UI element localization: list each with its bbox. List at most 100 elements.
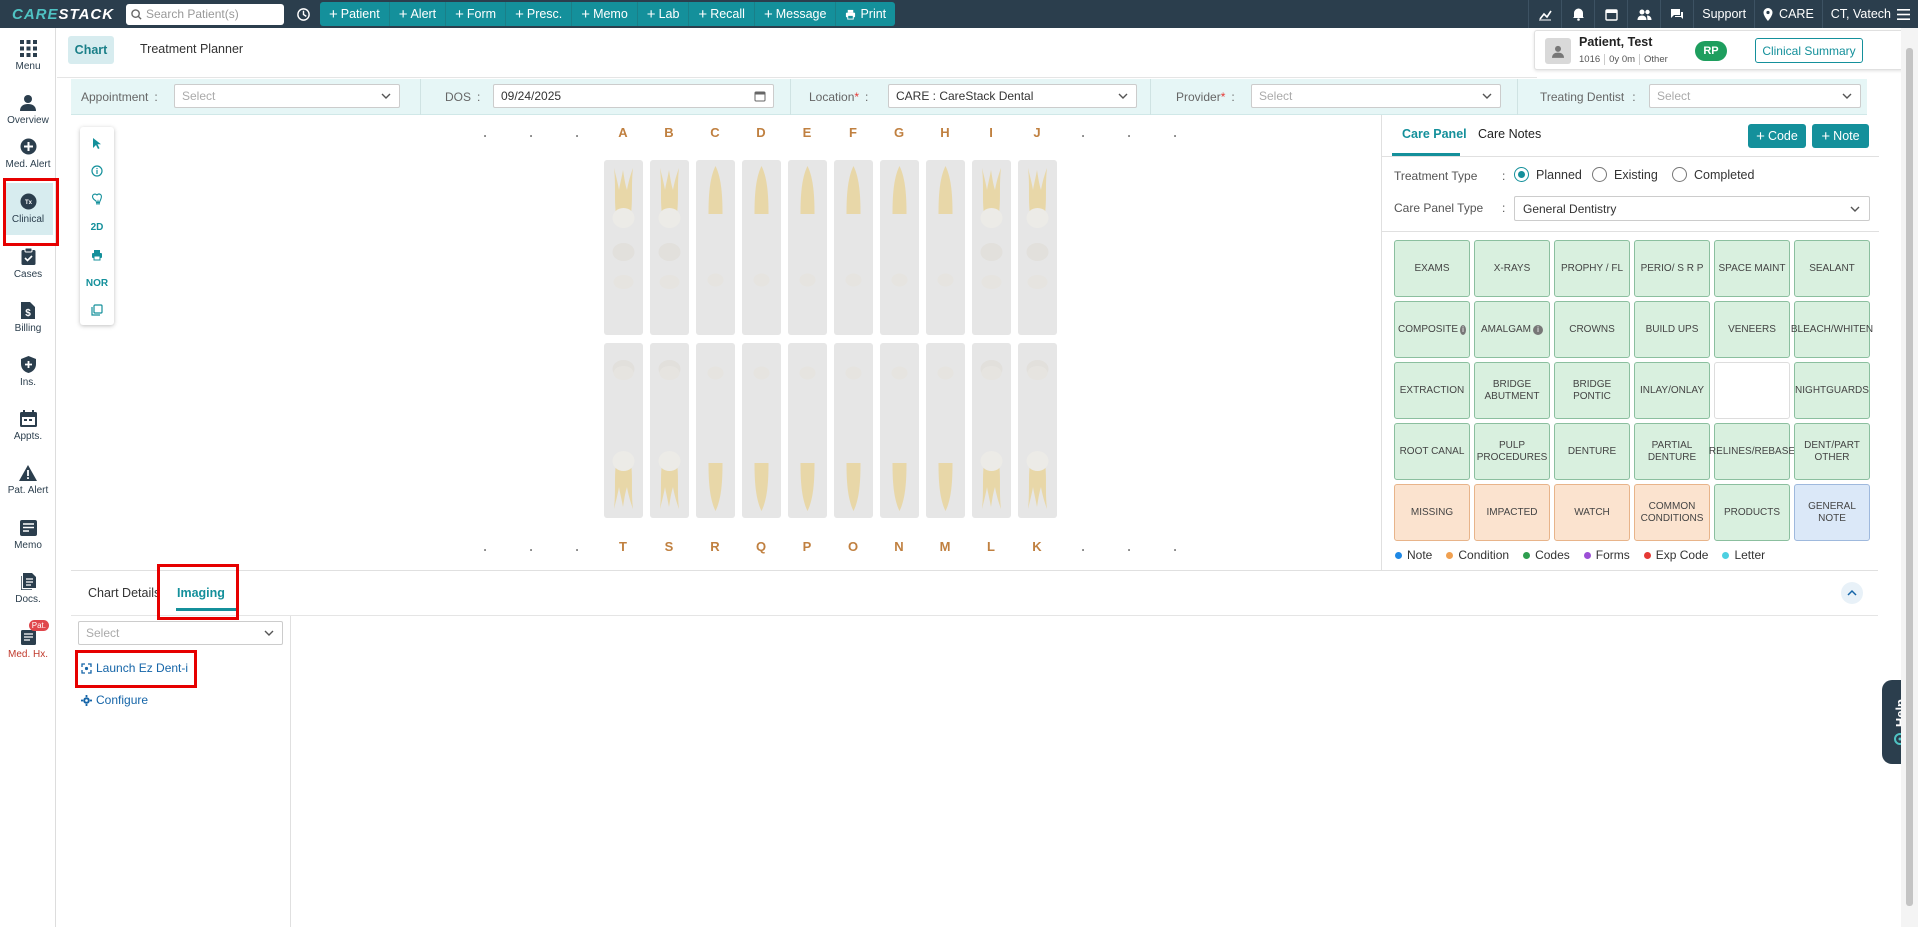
- radio-planned[interactable]: Planned: [1514, 167, 1582, 182]
- radio-existing[interactable]: Existing: [1592, 167, 1658, 182]
- add-message-button[interactable]: + Message: [755, 2, 837, 26]
- care-button-inlay-onlay[interactable]: INLAY/ONLAY: [1634, 362, 1710, 419]
- tooth-label-n[interactable]: N: [884, 539, 914, 554]
- care-panel-type-select[interactable]: General Dentistry: [1514, 196, 1870, 221]
- provider-select[interactable]: Select: [1251, 84, 1501, 108]
- users-icon[interactable]: [1627, 0, 1660, 28]
- nav-billing[interactable]: $ Billing: [3, 292, 53, 344]
- care-button-build-ups[interactable]: BUILD UPS: [1634, 301, 1710, 358]
- care-button-sealant[interactable]: SEALANT: [1794, 240, 1870, 297]
- care-button-nightguards[interactable]: NIGHTGUARDS: [1794, 362, 1870, 419]
- bell-icon[interactable]: [1561, 0, 1594, 28]
- support-link[interactable]: Support: [1693, 0, 1754, 28]
- provider-initials-badge[interactable]: RP: [1695, 41, 1727, 61]
- tooth-s[interactable]: [650, 343, 689, 518]
- dos-date-input[interactable]: 09/24/2025: [493, 84, 774, 108]
- tooth-label-t[interactable]: T: [608, 539, 638, 554]
- add-patient-button[interactable]: + Patient: [320, 2, 390, 26]
- care-button-bleach-whiten[interactable]: BLEACH/WHITEN: [1791, 301, 1873, 358]
- print-button[interactable]: Print: [836, 2, 895, 26]
- care-button-dent-part-other[interactable]: DENT/PART OTHER: [1794, 423, 1870, 480]
- tooth-a[interactable]: [604, 160, 643, 335]
- care-button-perio-s-r-p[interactable]: PERIO/ S R P: [1634, 240, 1710, 297]
- add-lab-button[interactable]: + Lab: [638, 2, 690, 26]
- imaging-select[interactable]: Select: [78, 621, 283, 645]
- tooth-q[interactable]: [742, 343, 781, 518]
- tooth-l[interactable]: [972, 343, 1011, 518]
- tooth-label-o[interactable]: O: [838, 539, 868, 554]
- add-note-button[interactable]: + Note: [1812, 124, 1869, 148]
- care-button-root-canal[interactable]: ROOT CANAL: [1394, 423, 1470, 480]
- tooth-label-p[interactable]: P: [792, 539, 822, 554]
- care-button-extraction[interactable]: EXTRACTION: [1394, 362, 1470, 419]
- tooth-label-g[interactable]: G: [884, 125, 914, 140]
- reports-icon[interactable]: [1528, 0, 1561, 28]
- tooth-label-r[interactable]: R: [700, 539, 730, 554]
- tooth-n[interactable]: [880, 343, 919, 518]
- launch-ez-dent-i-link[interactable]: Launch Ez Dent-i: [81, 661, 188, 675]
- nav-menu[interactable]: Menu: [3, 30, 53, 82]
- add-prescription-button[interactable]: + Presc.: [506, 2, 573, 26]
- chat-icon[interactable]: [1660, 0, 1693, 28]
- tooth-h[interactable]: [926, 160, 965, 335]
- patient-search-input[interactable]: Search Patient(s): [126, 3, 284, 25]
- history-icon[interactable]: [294, 5, 312, 23]
- care-button-pulp-procedures[interactable]: PULP PROCEDURES: [1474, 423, 1550, 480]
- tooth-label-d[interactable]: D: [746, 125, 776, 140]
- tooth-d[interactable]: [742, 160, 781, 335]
- tab-chart[interactable]: Chart: [68, 36, 114, 64]
- nav-appointments[interactable]: Appts.: [3, 400, 53, 452]
- care-button-impacted[interactable]: IMPACTED: [1474, 484, 1550, 541]
- location-selector[interactable]: CARE: [1754, 0, 1822, 28]
- tab-care-notes[interactable]: Care Notes: [1478, 127, 1541, 141]
- add-memo-button[interactable]: + Memo: [572, 2, 638, 26]
- care-button-veneers[interactable]: VENEERS: [1714, 301, 1790, 358]
- tab-treatment-planner[interactable]: Treatment Planner: [140, 42, 243, 56]
- care-button-composite[interactable]: COMPOSITE i: [1394, 301, 1470, 358]
- tooth-c[interactable]: [696, 160, 735, 335]
- tooth-i[interactable]: [972, 160, 1011, 335]
- info-icon[interactable]: i: [1533, 324, 1543, 335]
- care-button-denture[interactable]: DENTURE: [1554, 423, 1630, 480]
- tab-chart-details[interactable]: Chart Details: [88, 586, 160, 600]
- configure-link[interactable]: Configure: [81, 693, 148, 707]
- tooth-label-l[interactable]: L: [976, 539, 1006, 554]
- tooth-f[interactable]: [834, 160, 873, 335]
- care-button-bridge-abutment[interactable]: BRIDGE ABUTMENT: [1474, 362, 1550, 419]
- tooth-r[interactable]: [696, 343, 735, 518]
- tooth-label-m[interactable]: M: [930, 539, 960, 554]
- nav-med-alert[interactable]: Med. Alert: [3, 128, 53, 180]
- care-button-watch[interactable]: WATCH: [1554, 484, 1630, 541]
- page-scrollbar[interactable]: [1901, 28, 1918, 927]
- nav-cases[interactable]: Cases: [3, 238, 53, 290]
- user-menu[interactable]: CT, Vatech: [1821, 0, 1918, 28]
- calendar-icon[interactable]: [1594, 0, 1627, 28]
- add-alert-button[interactable]: + Alert: [390, 2, 447, 26]
- nav-clinical[interactable]: Tx Clinical: [3, 183, 53, 235]
- tooth-label-s[interactable]: S: [654, 539, 684, 554]
- care-button-amalgam[interactable]: AMALGAM i: [1474, 301, 1550, 358]
- nav-docs[interactable]: Docs.: [3, 563, 53, 615]
- care-button-exams[interactable]: EXAMS: [1394, 240, 1470, 297]
- tooth-j[interactable]: [1018, 160, 1057, 335]
- tooth-label-j[interactable]: J: [1022, 125, 1052, 140]
- care-button-general-note[interactable]: GENERAL NOTE: [1794, 484, 1870, 541]
- tooth-e[interactable]: [788, 160, 827, 335]
- care-button-common-conditions[interactable]: COMMON CONDITIONS: [1634, 484, 1710, 541]
- tooth-label-e[interactable]: E: [792, 125, 822, 140]
- add-code-button[interactable]: + Code: [1748, 124, 1806, 148]
- care-button-products[interactable]: PRODUCTS: [1714, 484, 1790, 541]
- care-button-space-maint[interactable]: SPACE MAINT: [1714, 240, 1790, 297]
- tooth-k[interactable]: [1018, 343, 1057, 518]
- tooth-m[interactable]: [926, 343, 965, 518]
- care-button-crowns[interactable]: CROWNS: [1554, 301, 1630, 358]
- tab-care-panel[interactable]: Care Panel: [1402, 127, 1467, 141]
- nav-insurance[interactable]: Ins.: [3, 346, 53, 398]
- tooth-label-h[interactable]: H: [930, 125, 960, 140]
- tooth-o[interactable]: [834, 343, 873, 518]
- nav-memo[interactable]: Memo: [3, 509, 53, 561]
- clinical-summary-button[interactable]: Clinical Summary: [1755, 38, 1863, 63]
- nav-medical-history[interactable]: Med. Hx. Pat.: [3, 618, 53, 670]
- tooth-label-f[interactable]: F: [838, 125, 868, 140]
- tooth-b[interactable]: [650, 160, 689, 335]
